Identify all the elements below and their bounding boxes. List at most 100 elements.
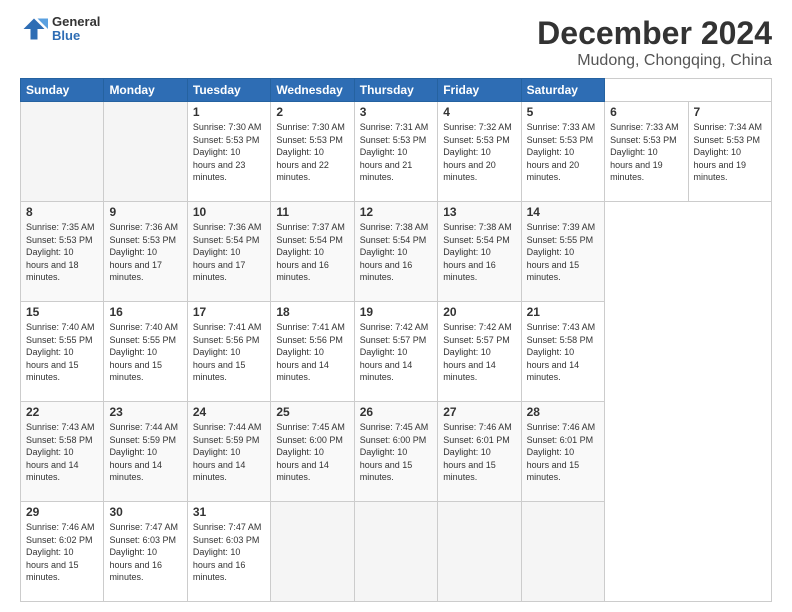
day-info: Sunrise: 7:35 AM Sunset: 5:53 PM Dayligh… — [26, 221, 98, 284]
logo-blue-text: Blue — [52, 29, 100, 43]
calendar-cell: 4 Sunrise: 7:32 AM Sunset: 5:53 PM Daylig… — [438, 102, 521, 202]
day-number: 28 — [527, 405, 599, 419]
day-info: Sunrise: 7:40 AM Sunset: 5:55 PM Dayligh… — [26, 321, 98, 384]
calendar-cell: 24 Sunrise: 7:44 AM Sunset: 5:59 PM Dayli… — [187, 402, 270, 502]
day-number: 4 — [443, 105, 515, 119]
day-number: 7 — [694, 105, 767, 119]
day-number: 30 — [109, 505, 181, 519]
day-info: Sunrise: 7:46 AM Sunset: 6:02 PM Dayligh… — [26, 521, 98, 584]
calendar-cell: 8 Sunrise: 7:35 AM Sunset: 5:53 PM Daylig… — [21, 202, 104, 302]
day-info: Sunrise: 7:43 AM Sunset: 5:58 PM Dayligh… — [527, 321, 599, 384]
calendar-cell — [104, 102, 187, 202]
calendar-cell: 31 Sunrise: 7:47 AM Sunset: 6:03 PM Dayli… — [187, 502, 270, 602]
calendar-cell: 2 Sunrise: 7:30 AM Sunset: 5:53 PM Daylig… — [271, 102, 354, 202]
day-info: Sunrise: 7:34 AM Sunset: 5:53 PM Dayligh… — [694, 121, 767, 184]
calendar-cell: 21 Sunrise: 7:43 AM Sunset: 5:58 PM Dayli… — [521, 302, 604, 402]
header: General Blue December 2024 Mudong, Chong… — [20, 15, 772, 70]
calendar-cell: 10 Sunrise: 7:36 AM Sunset: 5:54 PM Dayli… — [187, 202, 270, 302]
weekday-header-tuesday: Tuesday — [187, 79, 270, 102]
day-number: 8 — [26, 205, 98, 219]
location-title: Mudong, Chongqing, China — [537, 52, 772, 70]
day-info: Sunrise: 7:31 AM Sunset: 5:53 PM Dayligh… — [360, 121, 432, 184]
weekday-header-row: SundayMondayTuesdayWednesdayThursdayFrid… — [21, 79, 772, 102]
calendar-cell: 29Sunrise: 7:46 AM Sunset: 6:02 PM Dayli… — [21, 502, 104, 602]
logo: General Blue — [20, 15, 100, 44]
day-number: 31 — [193, 505, 265, 519]
day-info: Sunrise: 7:47 AM Sunset: 6:03 PM Dayligh… — [193, 521, 265, 584]
day-number: 20 — [443, 305, 515, 319]
weekday-header-monday: Monday — [104, 79, 187, 102]
day-info: Sunrise: 7:30 AM Sunset: 5:53 PM Dayligh… — [276, 121, 348, 184]
day-info: Sunrise: 7:46 AM Sunset: 6:01 PM Dayligh… — [527, 421, 599, 484]
calendar-cell: 16Sunrise: 7:40 AM Sunset: 5:55 PM Dayli… — [104, 302, 187, 402]
day-info: Sunrise: 7:38 AM Sunset: 5:54 PM Dayligh… — [443, 221, 515, 284]
day-number: 22 — [26, 405, 98, 419]
calendar-week-4: 22Sunrise: 7:43 AM Sunset: 5:58 PM Dayli… — [21, 402, 772, 502]
day-info: Sunrise: 7:36 AM Sunset: 5:53 PM Dayligh… — [109, 221, 181, 284]
day-number: 24 — [193, 405, 265, 419]
day-info: Sunrise: 7:32 AM Sunset: 5:53 PM Dayligh… — [443, 121, 515, 184]
day-number: 16 — [109, 305, 181, 319]
day-number: 25 — [276, 405, 348, 419]
day-number: 15 — [26, 305, 98, 319]
calendar-cell: 26 Sunrise: 7:45 AM Sunset: 6:00 PM Dayli… — [354, 402, 437, 502]
calendar-cell: 28 Sunrise: 7:46 AM Sunset: 6:01 PM Dayli… — [521, 402, 604, 502]
day-number: 17 — [193, 305, 265, 319]
logo-icon — [20, 15, 48, 43]
day-number: 12 — [360, 205, 432, 219]
calendar-cell: 22Sunrise: 7:43 AM Sunset: 5:58 PM Dayli… — [21, 402, 104, 502]
day-number: 21 — [527, 305, 599, 319]
calendar-week-1: 1 Sunrise: 7:30 AM Sunset: 5:53 PM Daylig… — [21, 102, 772, 202]
day-number: 11 — [276, 205, 348, 219]
day-number: 3 — [360, 105, 432, 119]
calendar-cell: 6Sunrise: 7:33 AM Sunset: 5:53 PM Daylig… — [605, 102, 688, 202]
calendar-week-2: 8 Sunrise: 7:35 AM Sunset: 5:53 PM Daylig… — [21, 202, 772, 302]
day-number: 9 — [109, 205, 181, 219]
day-number: 26 — [360, 405, 432, 419]
calendar-cell: 19 Sunrise: 7:42 AM Sunset: 5:57 PM Dayli… — [354, 302, 437, 402]
calendar-cell: 3 Sunrise: 7:31 AM Sunset: 5:53 PM Daylig… — [354, 102, 437, 202]
calendar-cell — [271, 502, 354, 602]
calendar-week-5: 29Sunrise: 7:46 AM Sunset: 6:02 PM Dayli… — [21, 502, 772, 602]
day-number: 27 — [443, 405, 515, 419]
title-block: December 2024 Mudong, Chongqing, China — [537, 15, 772, 70]
day-number: 6 — [610, 105, 682, 119]
day-info: Sunrise: 7:44 AM Sunset: 5:59 PM Dayligh… — [193, 421, 265, 484]
day-info: Sunrise: 7:47 AM Sunset: 6:03 PM Dayligh… — [109, 521, 181, 584]
day-number: 13 — [443, 205, 515, 219]
day-info: Sunrise: 7:36 AM Sunset: 5:54 PM Dayligh… — [193, 221, 265, 284]
day-number: 14 — [527, 205, 599, 219]
calendar-cell — [521, 502, 604, 602]
calendar-cell: 5Sunrise: 7:33 AM Sunset: 5:53 PM Daylig… — [521, 102, 604, 202]
day-info: Sunrise: 7:37 AM Sunset: 5:54 PM Dayligh… — [276, 221, 348, 284]
calendar-cell: 11 Sunrise: 7:37 AM Sunset: 5:54 PM Dayli… — [271, 202, 354, 302]
day-number: 1 — [193, 105, 265, 119]
logo-general-text: General — [52, 15, 100, 29]
weekday-header-thursday: Thursday — [354, 79, 437, 102]
day-info: Sunrise: 7:41 AM Sunset: 5:56 PM Dayligh… — [193, 321, 265, 384]
day-info: Sunrise: 7:42 AM Sunset: 5:57 PM Dayligh… — [443, 321, 515, 384]
calendar-cell — [438, 502, 521, 602]
calendar-cell: 30 Sunrise: 7:47 AM Sunset: 6:03 PM Dayli… — [104, 502, 187, 602]
day-number: 18 — [276, 305, 348, 319]
day-info: Sunrise: 7:42 AM Sunset: 5:57 PM Dayligh… — [360, 321, 432, 384]
calendar-cell: 18Sunrise: 7:41 AM Sunset: 5:56 PM Dayli… — [271, 302, 354, 402]
day-number: 23 — [109, 405, 181, 419]
calendar-cell: 12 Sunrise: 7:38 AM Sunset: 5:54 PM Dayli… — [354, 202, 437, 302]
weekday-header-friday: Friday — [438, 79, 521, 102]
calendar-cell — [21, 102, 104, 202]
calendar-cell: 7 Sunrise: 7:34 AM Sunset: 5:53 PM Daylig… — [688, 102, 772, 202]
calendar-week-3: 15 Sunrise: 7:40 AM Sunset: 5:55 PM Dayli… — [21, 302, 772, 402]
calendar-cell: 1 Sunrise: 7:30 AM Sunset: 5:53 PM Daylig… — [187, 102, 270, 202]
day-info: Sunrise: 7:45 AM Sunset: 6:00 PM Dayligh… — [276, 421, 348, 484]
day-info: Sunrise: 7:38 AM Sunset: 5:54 PM Dayligh… — [360, 221, 432, 284]
calendar-cell: 17 Sunrise: 7:41 AM Sunset: 5:56 PM Dayli… — [187, 302, 270, 402]
day-number: 10 — [193, 205, 265, 219]
day-number: 5 — [527, 105, 599, 119]
day-number: 2 — [276, 105, 348, 119]
day-number: 19 — [360, 305, 432, 319]
day-info: Sunrise: 7:45 AM Sunset: 6:00 PM Dayligh… — [360, 421, 432, 484]
calendar-cell: 20 Sunrise: 7:42 AM Sunset: 5:57 PM Dayli… — [438, 302, 521, 402]
day-info: Sunrise: 7:30 AM Sunset: 5:53 PM Dayligh… — [193, 121, 265, 184]
calendar-cell: 13 Sunrise: 7:38 AM Sunset: 5:54 PM Dayli… — [438, 202, 521, 302]
